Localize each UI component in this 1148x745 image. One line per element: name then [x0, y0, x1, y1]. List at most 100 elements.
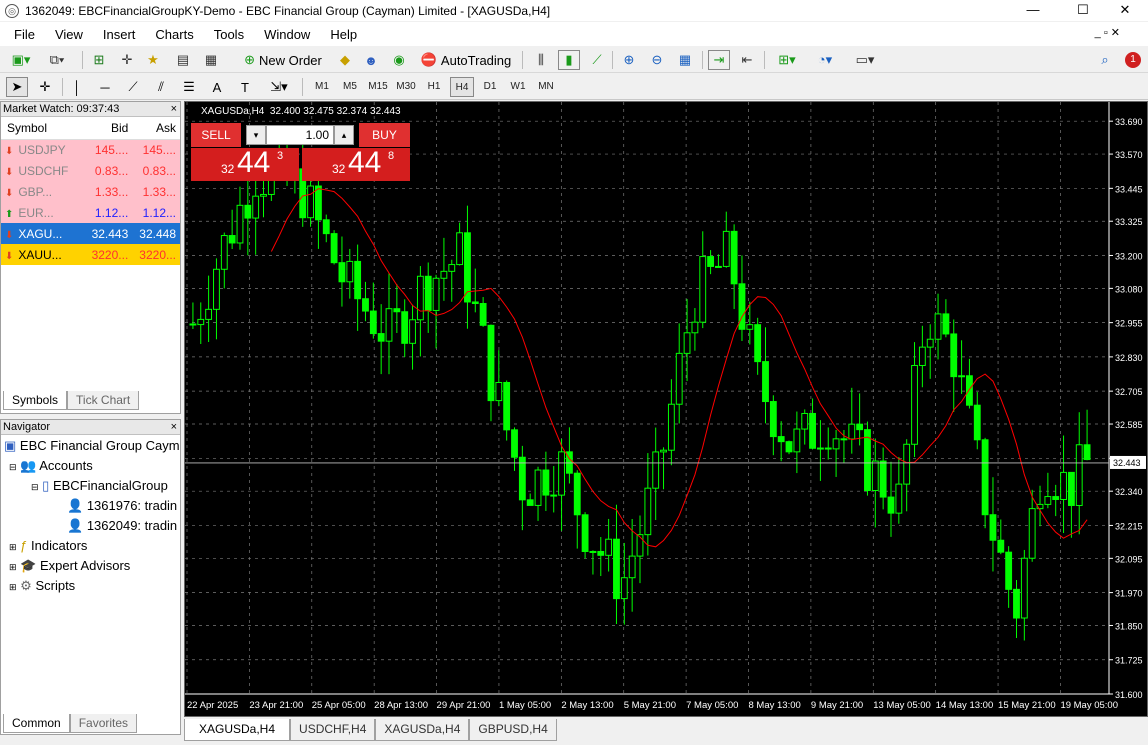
line-chart-icon[interactable]: ⟋ [586, 50, 608, 70]
profiles-icon[interactable]: ⧉▾ [42, 50, 72, 70]
collapse-icon[interactable]: ⊟ [9, 462, 17, 472]
tab-favorites[interactable]: Favorites [69, 714, 138, 733]
zoom-out-icon[interactable]: ⊖ [646, 50, 668, 70]
close-icon[interactable]: × [171, 102, 177, 117]
indicators-list-icon[interactable]: ⊞▾ [770, 50, 804, 70]
horizontal-line-icon[interactable]: ─ [94, 77, 116, 97]
menu-window[interactable]: Window [264, 27, 310, 42]
chart-tab-2[interactable]: USDCHF,H4 [290, 719, 376, 741]
bid-header[interactable]: Bid [84, 117, 133, 140]
crosshair-icon[interactable]: ✛ [34, 77, 56, 97]
expand-icon[interactable]: ⊞ [9, 562, 17, 572]
new-order-button[interactable]: ⊕ New Order [236, 50, 330, 70]
chart-tab-4[interactable]: GBPUSD,H4 [469, 719, 557, 741]
close-icon[interactable]: × [171, 420, 177, 435]
market-watch-row[interactable]: ⬇ XAUU... 3220... 3220... [1, 244, 180, 265]
text-icon[interactable]: A [206, 77, 228, 97]
timeframe-h4[interactable]: H4 [450, 77, 474, 97]
arrows-icon[interactable]: ⇲▾ [262, 77, 296, 97]
chart-shift-icon[interactable]: ⇤ [736, 50, 758, 70]
menu-tools[interactable]: Tools [214, 27, 244, 42]
ask-header[interactable]: Ask [132, 117, 180, 140]
candle [1060, 471, 1067, 500]
signals-icon[interactable]: ◉ [388, 50, 410, 70]
chart-tab-3[interactable]: XAGUSDa,H4 [375, 719, 470, 741]
buy-button[interactable]: BUY [359, 123, 410, 147]
strategy-tester-icon[interactable]: ▦ [200, 50, 222, 70]
timeframe-d1[interactable]: D1 [478, 77, 502, 97]
autoscroll-icon[interactable]: ⇥ [708, 50, 730, 70]
market-watch-icon[interactable]: ⊞ [88, 50, 110, 70]
mdi-window-controls[interactable]: _ ▫ ✕ [1095, 26, 1120, 39]
menu-insert[interactable]: Insert [103, 27, 136, 42]
collapse-icon[interactable]: ⊟ [31, 482, 39, 492]
candle [314, 185, 322, 221]
nav-server[interactable]: ⊟ ▯ EBCFinancialGroup [31, 478, 168, 494]
menu-charts[interactable]: Charts [155, 27, 193, 42]
time-label: 8 May 13:00 [749, 700, 801, 711]
nav-experts[interactable]: ⊞ 🎓 Expert Advisors [9, 558, 130, 574]
candlestick-icon[interactable]: ▮ [558, 50, 580, 70]
channel-icon[interactable]: ⫽ [150, 77, 172, 97]
tab-symbols[interactable]: Symbols [3, 391, 68, 410]
nav-account-1[interactable]: 👤 1361976: tradin [67, 498, 177, 514]
timeframe-mn[interactable]: MN [534, 77, 558, 97]
search-icon[interactable]: ⌕ [1094, 50, 1116, 70]
nav-account-2[interactable]: 👤 1362049: tradin [67, 518, 177, 534]
symbol-header[interactable]: Symbol [1, 117, 85, 140]
tab-common[interactable]: Common [3, 714, 70, 733]
metaeditor-icon[interactable]: ◆ [334, 50, 356, 70]
buy-price-box[interactable]: 32 44 8 [302, 146, 410, 181]
timeframe-h1[interactable]: H1 [422, 77, 446, 97]
nav-accounts[interactable]: ⊟ 👥 Accounts [9, 458, 93, 474]
maximize-button[interactable]: ☐ [1060, 0, 1106, 21]
tile-windows-icon[interactable]: ▦ [674, 50, 696, 70]
expand-icon[interactable]: ⊞ [9, 582, 17, 592]
market-watch-row[interactable]: ⬇ USDCHF 0.83... 0.83... [1, 160, 180, 181]
timeframe-m1[interactable]: M1 [310, 77, 334, 97]
menu-view[interactable]: View [55, 27, 83, 42]
nav-root[interactable]: ▣ EBC Financial Group Caym [4, 438, 180, 454]
tab-tick-chart[interactable]: Tick Chart [67, 391, 140, 410]
cursor-icon[interactable]: ➤ [6, 77, 28, 97]
zoom-in-icon[interactable]: ⊕ [618, 50, 640, 70]
minimize-button[interactable]: — [1010, 0, 1056, 21]
chart-window[interactable]: 33.690 33.570 33.445 33.325 33.200 33.080 32.9… [184, 101, 1148, 717]
nav-scripts[interactable]: ⊞ ⚙ Scripts [9, 578, 75, 594]
market-watch-row[interactable]: ⬇ GBP... 1.33... 1.33... [1, 181, 180, 202]
market-watch-row[interactable]: ⬆ EUR... 1.12... 1.12... [1, 202, 180, 223]
menu-help[interactable]: Help [330, 27, 357, 42]
sell-button[interactable]: SELL [191, 123, 241, 147]
trendline-icon[interactable]: ⟋ [122, 77, 144, 97]
candlestick-chart[interactable]: 33.690 33.570 33.445 33.325 33.200 33.080 32.9… [185, 102, 1147, 716]
volume-down-icon[interactable]: ▾ [246, 125, 266, 145]
navigator-icon[interactable]: ★ [142, 50, 164, 70]
close-button[interactable]: ✕ [1102, 0, 1148, 21]
expand-icon[interactable]: ⊞ [9, 542, 17, 552]
market-watch-row[interactable]: ⬇ USDJPY 145.... 145.... [1, 139, 180, 160]
candle [667, 403, 675, 451]
bar-chart-icon[interactable]: ⫼ [530, 50, 552, 70]
vertical-line-icon[interactable]: │ [66, 77, 88, 97]
volume-input[interactable]: 1.00 [266, 125, 334, 145]
periods-icon[interactable]: ◔▾ [808, 50, 842, 70]
terminal-icon[interactable]: ▤ [172, 50, 194, 70]
autotrading-button[interactable]: ⛔ AutoTrading [416, 50, 516, 70]
community-icon[interactable]: ☻ [360, 50, 382, 70]
timeframe-m30[interactable]: M30 [394, 77, 418, 97]
timeframe-m5[interactable]: M5 [338, 77, 362, 97]
notifications-icon[interactable]: 1 [1120, 50, 1146, 70]
data-window-icon[interactable]: ✛ [116, 50, 138, 70]
timeframe-m15[interactable]: M15 [366, 77, 390, 97]
timeframe-w1[interactable]: W1 [506, 77, 530, 97]
menu-file[interactable]: File [14, 27, 35, 42]
volume-up-icon[interactable]: ▴ [334, 125, 354, 145]
label-icon[interactable]: T [234, 77, 256, 97]
fibonacci-icon[interactable]: ☰ [178, 77, 200, 97]
nav-indicators[interactable]: ⊞ ƒ Indicators [9, 538, 87, 553]
new-chart-icon[interactable]: ▣▾ [4, 50, 38, 70]
chart-tab-1[interactable]: XAGUSDa,H4 [184, 719, 291, 741]
sell-price-box[interactable]: 32 44 3 [191, 146, 299, 181]
templates-icon[interactable]: ▭▾ [848, 50, 882, 70]
market-watch-row[interactable]: ⬇ XAGU... 32.443 32.448 [1, 223, 180, 244]
